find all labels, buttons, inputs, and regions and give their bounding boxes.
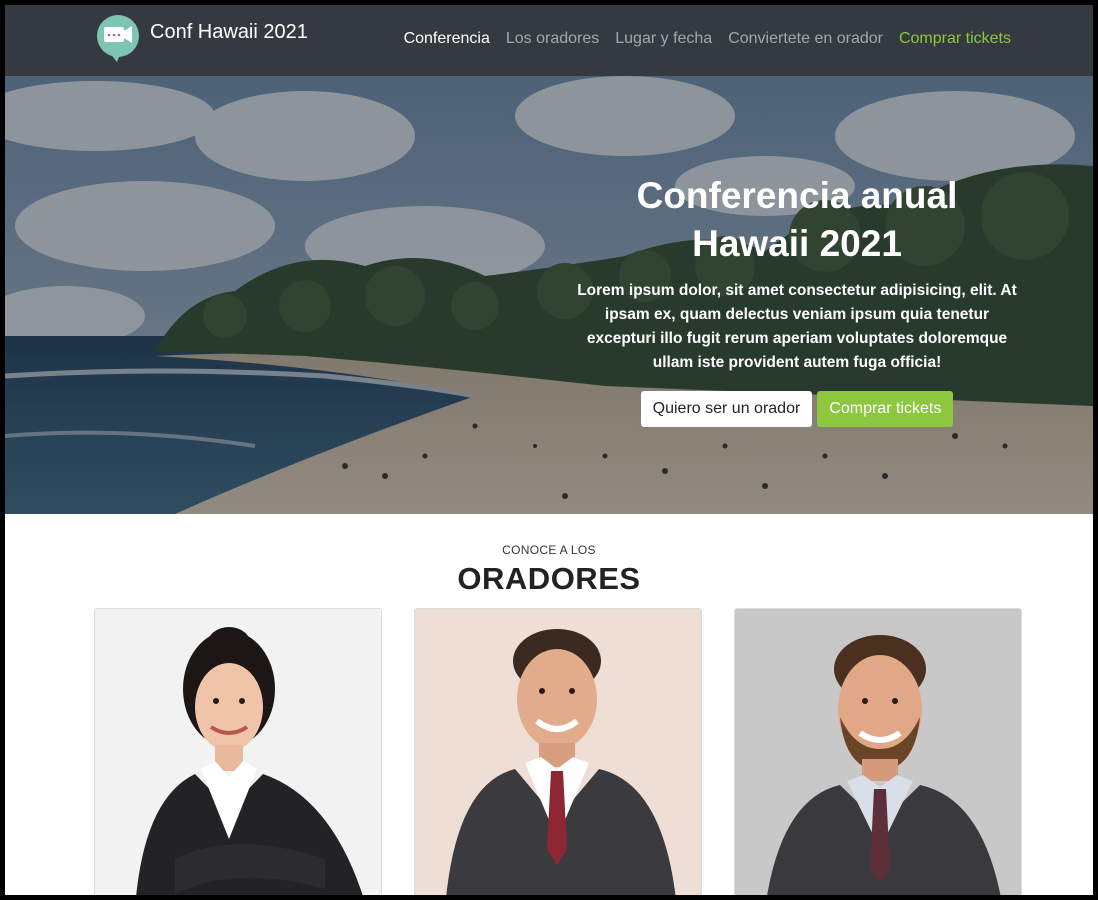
hero-title-line-1: Conferencia anual xyxy=(636,175,958,216)
brand-name: Conf Hawaii 2021 xyxy=(150,20,308,43)
nav-link-oradores[interactable]: Los oradores xyxy=(498,27,607,51)
speaker-card[interactable] xyxy=(94,608,382,895)
buy-tickets-button[interactable]: Comprar tickets xyxy=(817,391,954,427)
video-chat-logo-icon xyxy=(97,15,139,62)
speakers-title: ORADORES xyxy=(457,561,641,596)
hero-content: Conferencia anual Hawaii 2021 Lorem ipsu… xyxy=(573,172,1021,427)
nav-link-conferencia[interactable]: Conferencia xyxy=(396,27,498,51)
hero-description: Lorem ipsum dolor, sit amet consectetur … xyxy=(577,282,1017,371)
nav-link-conviertete-orador[interactable]: Conviertete en orador xyxy=(720,27,891,51)
speaker-photo-man-gray-suit xyxy=(735,609,1021,895)
speaker-card[interactable] xyxy=(734,608,1022,895)
speaker-photo-man-red-tie xyxy=(415,609,701,895)
nav-link-comprar-tickets[interactable]: Comprar tickets xyxy=(891,27,1019,51)
hero-section: Conferencia anual Hawaii 2021 Lorem ipsu… xyxy=(5,76,1093,514)
speakers-kicker: CONOCE A LOS xyxy=(502,543,596,557)
speaker-photo-woman xyxy=(95,609,381,895)
nav-link-lugar-fecha[interactable]: Lugar y fecha xyxy=(607,27,720,51)
become-speaker-button[interactable]: Quiero ser un orador xyxy=(640,391,813,427)
hero-title-line-2: Hawaii 2021 xyxy=(692,223,902,264)
speakers-heading: CONOCE A LOS ORADORES xyxy=(5,543,1093,597)
brand-link[interactable]: Conf Hawaii 2021 xyxy=(95,14,308,64)
nav-menu: Conferencia Los oradores Lugar y fecha C… xyxy=(396,27,1019,51)
speaker-card[interactable] xyxy=(414,608,702,895)
hero-buttons: Quiero ser un orador Comprar tickets xyxy=(573,391,1021,427)
hero-title: Conferencia anual Hawaii 2021 xyxy=(573,172,1021,268)
top-navbar: Conf Hawaii 2021 Conferencia Los oradore… xyxy=(5,5,1093,76)
browser-viewport: Conf Hawaii 2021 Conferencia Los oradore… xyxy=(5,5,1093,895)
